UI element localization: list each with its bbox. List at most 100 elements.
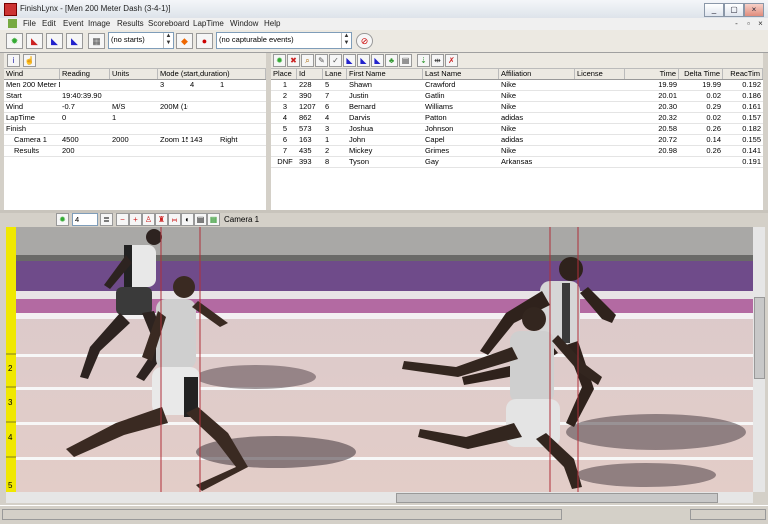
zoom-in-icon[interactable]: +	[129, 213, 142, 226]
start-select[interactable]: (no starts) ▲ ▼	[108, 32, 174, 49]
menu-scoreboard[interactable]: Scoreboard	[148, 19, 189, 28]
close-button[interactable]: ×	[744, 3, 764, 17]
runner-icon[interactable]: ♜	[155, 213, 168, 226]
sun-icon[interactable]: ✹	[273, 54, 286, 67]
table-row[interactable]: 3 1207 6 Bernard Williams Nike 20.30 0.29 0.161	[271, 102, 763, 113]
vertical-scrollbar[interactable]	[753, 227, 765, 492]
menu-image[interactable]: Image	[88, 19, 110, 28]
mdi-close-button[interactable]: ×	[756, 19, 765, 28]
column-header[interactable]: Lane	[323, 69, 347, 79]
table-row[interactable]: 2 390 7 Justin Gatlin Nike 20.01 0.02 0.186	[271, 91, 763, 102]
table-cell: Mickey	[349, 146, 373, 155]
person-icon[interactable]: ♙	[142, 213, 155, 226]
menu-laptime[interactable]: LapTime	[193, 19, 224, 28]
table-cell: 200	[62, 146, 75, 155]
minimize-button[interactable]: _	[704, 3, 724, 17]
column-header[interactable]: ReacTim	[723, 69, 763, 79]
menu-window[interactable]: Window	[230, 19, 258, 28]
table-row[interactable]: 1 228 5 Shawn Crawford Nike 19.99 19.99 0.192	[271, 80, 763, 91]
shoe-3-icon[interactable]: ◣	[371, 54, 384, 67]
traffic-light-icon[interactable]: ●	[196, 33, 213, 49]
photo-finish-image[interactable]: 2 3 4 5	[6, 227, 753, 492]
shoe-2-icon[interactable]: ◣	[357, 54, 370, 67]
check-icon[interactable]: ✓	[329, 54, 342, 67]
shoe-blue-icon[interactable]: ◣	[46, 33, 63, 49]
print-icon[interactable]: ▤	[399, 54, 412, 67]
no-capture-icon[interactable]: ⊘	[356, 33, 373, 49]
table-cell: 0.155	[742, 135, 761, 144]
table-cell: 0.14	[706, 135, 721, 144]
table-cell: Gay	[425, 157, 439, 166]
table-row[interactable]: Results 200	[4, 146, 266, 157]
contrast-icon[interactable]: ◐	[181, 213, 194, 226]
menu-event[interactable]: Event	[63, 19, 83, 28]
column-header[interactable]: Time	[625, 69, 679, 79]
menu-bar: File Edit Event Image Results Scoreboard…	[0, 18, 768, 30]
table-row[interactable]: LapTime 0 1	[4, 113, 266, 124]
table-row[interactable]: Start 19:40:39.90	[4, 91, 266, 102]
mdi-restore-button[interactable]: ▫	[744, 19, 753, 28]
column-header[interactable]: Last Name	[423, 69, 499, 79]
column-header[interactable]: Id	[297, 69, 323, 79]
table-row[interactable]: 6 163 1 John Capel adidas 20.72 0.14 0.155	[271, 135, 763, 146]
table-cell: 0.26	[706, 146, 721, 155]
mdi-minimize-button[interactable]: -	[732, 19, 741, 28]
capture-settings-icon[interactable]: ▦	[88, 33, 105, 49]
lines-icon[interactable]: ≣	[100, 213, 113, 226]
capture-select[interactable]: (no capturable events) ▲ ▼	[216, 32, 352, 49]
menu-results[interactable]: Results	[117, 19, 144, 28]
column-header[interactable]: First Name	[347, 69, 423, 79]
split-icon[interactable]: ⇹	[431, 54, 444, 67]
sun-icon[interactable]: ✹	[56, 213, 69, 226]
finish-line-icon[interactable]: ⧦	[168, 213, 181, 226]
search-icon[interactable]: ⌕	[301, 54, 314, 67]
shoe-blue-2-icon[interactable]: ◣	[66, 33, 83, 49]
edit-icon[interactable]: ✎	[315, 54, 328, 67]
zoom-input[interactable]: 4	[72, 213, 98, 226]
arrow-down-icon[interactable]: ⇣	[417, 54, 430, 67]
table-row[interactable]: 4 862 4 Darvis Patton adidas 20.32 0.02 0.157	[271, 113, 763, 124]
horizontal-scrollbar[interactable]	[6, 492, 753, 503]
table-header: Wind Reading Units Mode (start,duration)	[4, 69, 266, 80]
sun-icon[interactable]: ✹	[6, 33, 23, 49]
print-icon[interactable]: ▤	[194, 213, 207, 226]
table-cell	[158, 146, 188, 156]
maximize-button[interactable]: ▢	[724, 3, 744, 17]
tree-icon[interactable]: ♣	[385, 54, 398, 67]
column-header[interactable]: Delta Time	[679, 69, 723, 79]
main-toolbar: ✹ ◣ ◣ ◣ ▦ (no starts) ▲ ▼ ◆ ● (no captura…	[0, 30, 768, 53]
scroll-thumb[interactable]	[754, 297, 765, 379]
table-row[interactable]: Men 200 Meter Dash 3 4 1	[4, 80, 266, 91]
chevron-updown-icon[interactable]: ▲ ▼	[341, 33, 351, 48]
table-row[interactable]: DNF 393 8 Tyson Gay Arkansas 0.191	[271, 157, 763, 168]
document-icon[interactable]	[8, 19, 17, 28]
window-title: FinishLynx - [Men 200 Meter Dash (3-4-1)…	[20, 4, 171, 13]
clear-icon[interactable]: ✖	[287, 54, 300, 67]
menu-file[interactable]: File	[23, 19, 36, 28]
column-header[interactable]: License	[575, 69, 625, 79]
photo-finish-svg[interactable]	[6, 227, 753, 492]
table-row[interactable]: 5 573 3 Joshua Johnson Nike 20.58 0.26 0.182	[271, 124, 763, 135]
shoe-red-icon[interactable]: ◣	[26, 33, 43, 49]
table-row[interactable]: 7 435 2 Mickey Grimes Nike 20.98 0.26 0.141	[271, 146, 763, 157]
table-row[interactable]: Wind -0.7 M/S 200M (10.0,10.0)	[4, 102, 266, 113]
table-cell: Zoom 150%	[160, 135, 188, 144]
menu-edit[interactable]: Edit	[42, 19, 56, 28]
table-cell: Darvis	[349, 113, 371, 122]
shoe-icon[interactable]: ◣	[343, 54, 356, 67]
menu-help[interactable]: Help	[264, 19, 280, 28]
table-row[interactable]: Camera 145002000Zoom 150%143Right	[4, 135, 266, 146]
camera-icon[interactable]: ◆	[176, 33, 193, 49]
table-row[interactable]: Finish	[4, 124, 266, 135]
remove-icon[interactable]: ✗	[445, 54, 458, 67]
column-header[interactable]: Place	[271, 69, 297, 79]
zoom-out-icon[interactable]: −	[116, 213, 129, 226]
scroll-thumb[interactable]	[396, 493, 718, 503]
table-cell	[188, 91, 218, 101]
column-header[interactable]: Affiliation	[499, 69, 575, 79]
hand-icon[interactable]: ☝	[23, 54, 36, 67]
grid-icon[interactable]: ▦	[207, 213, 220, 226]
chevron-updown-icon[interactable]: ▲ ▼	[163, 33, 173, 48]
info-icon[interactable]: i	[7, 54, 20, 67]
table-cell: Arkansas	[501, 157, 533, 166]
